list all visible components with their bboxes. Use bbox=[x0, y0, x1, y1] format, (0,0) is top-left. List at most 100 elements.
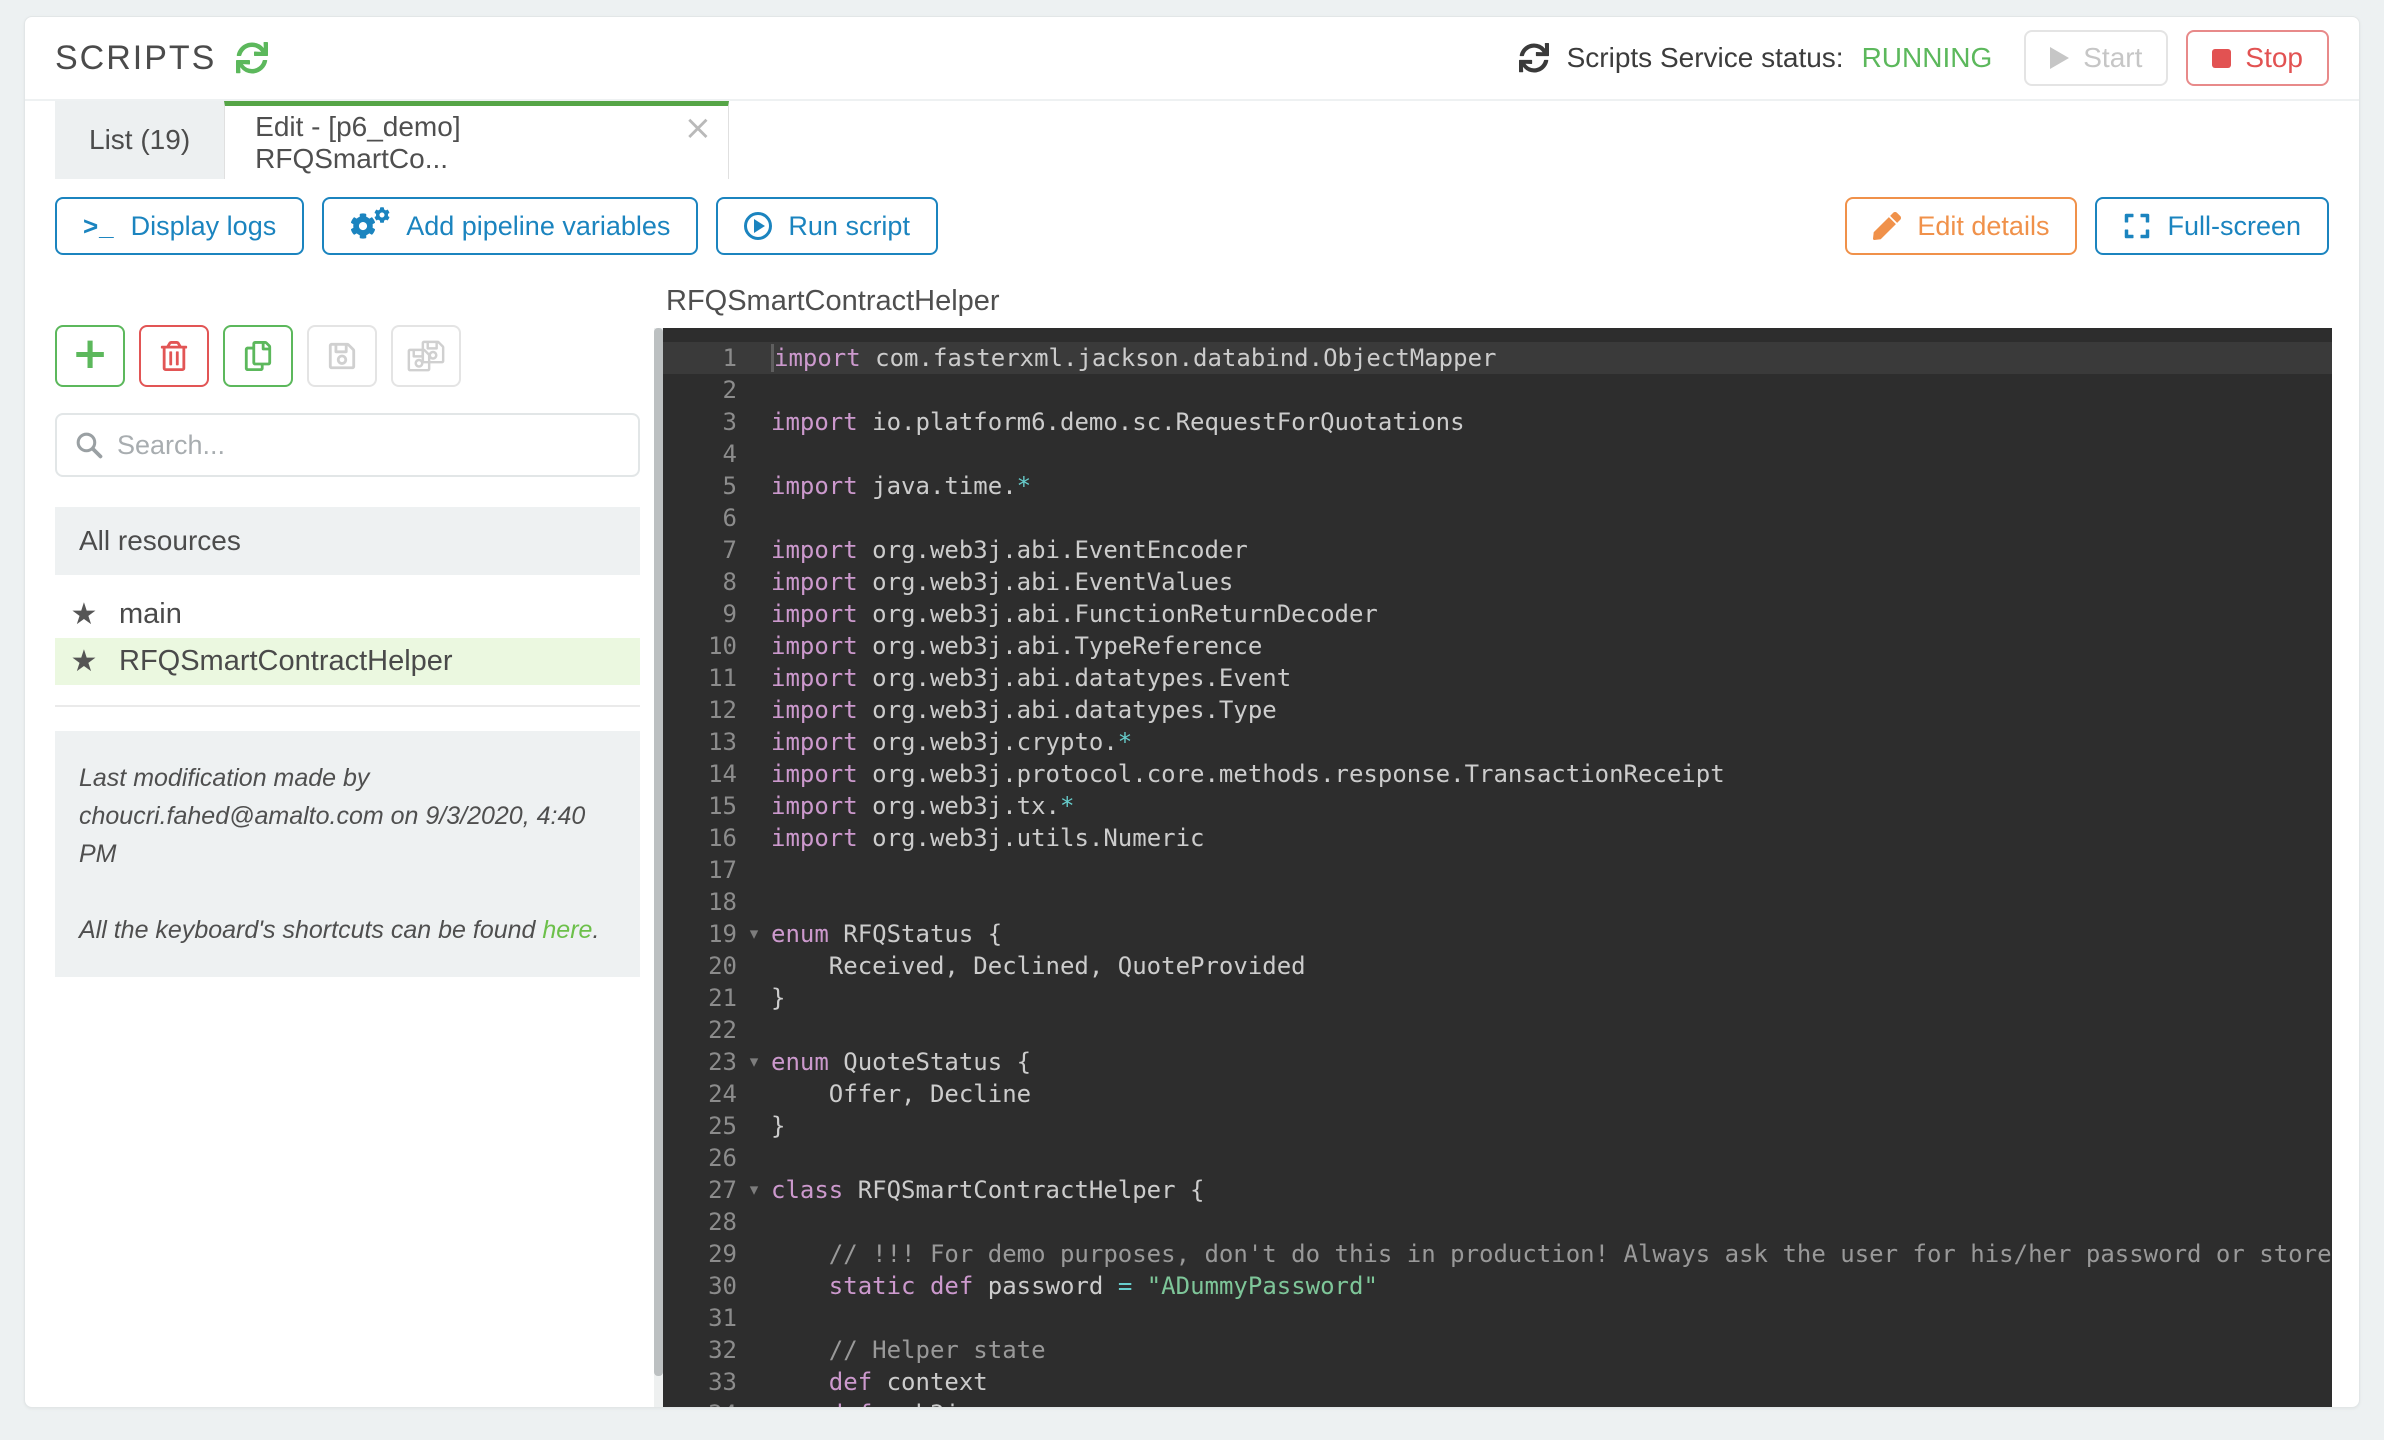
line-number: 22 bbox=[663, 1014, 737, 1046]
code-line[interactable]: 23▾enum QuoteStatus { bbox=[663, 1046, 2332, 1078]
code-line[interactable]: 9import org.web3j.abi.FunctionReturnDeco… bbox=[663, 598, 2332, 630]
refresh-icon[interactable] bbox=[236, 42, 268, 74]
code-line[interactable]: 31 bbox=[663, 1302, 2332, 1334]
code-text[interactable]: // !!! For demo purposes, don't do this … bbox=[771, 1238, 2332, 1270]
code-text[interactable]: import org.web3j.utils.Numeric bbox=[771, 822, 2332, 854]
code-line[interactable]: 4 bbox=[663, 438, 2332, 470]
code-text[interactable]: import org.web3j.abi.FunctionReturnDecod… bbox=[771, 598, 2332, 630]
code-text[interactable]: enum QuoteStatus { bbox=[771, 1046, 2332, 1078]
run-script-button[interactable]: Run script bbox=[716, 197, 938, 255]
code-line[interactable]: 13import org.web3j.crypto.* bbox=[663, 726, 2332, 758]
add-pipeline-variables-button[interactable]: Add pipeline variables bbox=[322, 197, 698, 255]
duplicate-resource-button[interactable] bbox=[223, 325, 293, 387]
code-text[interactable] bbox=[771, 854, 2332, 886]
code-text[interactable] bbox=[771, 374, 2332, 406]
fold-arrow-icon[interactable]: ▾ bbox=[737, 1174, 771, 1206]
code-line[interactable]: 19▾enum RFQStatus { bbox=[663, 918, 2332, 950]
shortcuts-link[interactable]: here bbox=[542, 916, 592, 944]
code-line[interactable]: 30 static def password = "ADummyPassword… bbox=[663, 1270, 2332, 1302]
code-line[interactable]: 3import io.platform6.demo.sc.RequestForQ… bbox=[663, 406, 2332, 438]
stop-icon bbox=[2212, 49, 2231, 68]
service-refresh-icon[interactable] bbox=[1519, 43, 1549, 73]
start-service-button[interactable]: Start bbox=[2024, 30, 2168, 86]
code-line[interactable]: 17 bbox=[663, 854, 2332, 886]
search-input[interactable] bbox=[117, 430, 620, 461]
display-logs-button[interactable]: >_ Display logs bbox=[55, 197, 304, 255]
code-line[interactable]: 20 Received, Declined, QuoteProvided bbox=[663, 950, 2332, 982]
list-item[interactable]: ★ main bbox=[55, 591, 640, 638]
code-text[interactable]: import org.web3j.abi.datatypes.Type bbox=[771, 694, 2332, 726]
code-text[interactable] bbox=[771, 1206, 2332, 1238]
code-line[interactable]: 26 bbox=[663, 1142, 2332, 1174]
code-line[interactable]: 24 Offer, Decline bbox=[663, 1078, 2332, 1110]
code-line[interactable]: 29 // !!! For demo purposes, don't do th… bbox=[663, 1238, 2332, 1270]
code-line[interactable]: 15import org.web3j.tx.* bbox=[663, 790, 2332, 822]
code-line[interactable]: 27▾class RFQSmartContractHelper { bbox=[663, 1174, 2332, 1206]
code-line[interactable]: 25} bbox=[663, 1110, 2332, 1142]
code-line[interactable]: 2 bbox=[663, 374, 2332, 406]
code-editor[interactable]: 1import com.fasterxml.jackson.databind.O… bbox=[663, 328, 2332, 1408]
code-line[interactable]: 11import org.web3j.abi.datatypes.Event bbox=[663, 662, 2332, 694]
code-text[interactable]: def web3j bbox=[771, 1398, 2332, 1408]
code-line[interactable]: 21} bbox=[663, 982, 2332, 1014]
fold-arrow-icon[interactable]: ▾ bbox=[737, 1046, 771, 1078]
code-line[interactable]: 8import org.web3j.abi.EventValues bbox=[663, 566, 2332, 598]
full-screen-button[interactable]: Full-screen bbox=[2095, 197, 2329, 255]
code-text[interactable] bbox=[771, 1014, 2332, 1046]
script-title: RFQSmartContractHelper bbox=[666, 285, 2332, 318]
save-all-resources-button[interactable] bbox=[391, 325, 461, 387]
fold-arrow-icon[interactable]: ▾ bbox=[737, 918, 771, 950]
list-item-selected[interactable]: ★ RFQSmartContractHelper bbox=[55, 638, 640, 685]
tab-list[interactable]: List (19) bbox=[55, 101, 224, 179]
code-text[interactable]: enum RFQStatus { bbox=[771, 918, 2332, 950]
code-line[interactable]: 32 // Helper state bbox=[663, 1334, 2332, 1366]
code-line[interactable]: 1import com.fasterxml.jackson.databind.O… bbox=[663, 342, 2332, 374]
code-text[interactable] bbox=[771, 502, 2332, 534]
code-text[interactable] bbox=[771, 886, 2332, 918]
code-line[interactable]: 16import org.web3j.utils.Numeric bbox=[663, 822, 2332, 854]
code-text[interactable]: import org.web3j.abi.TypeReference bbox=[771, 630, 2332, 662]
code-text[interactable]: import com.fasterxml.jackson.databind.Ob… bbox=[771, 342, 2332, 374]
code-text[interactable]: Offer, Decline bbox=[771, 1078, 2332, 1110]
scrollbar-thumb[interactable] bbox=[654, 328, 663, 1376]
code-text[interactable]: import org.web3j.abi.datatypes.Event bbox=[771, 662, 2332, 694]
code-text[interactable] bbox=[771, 1302, 2332, 1334]
stop-service-button[interactable]: Stop bbox=[2186, 30, 2329, 86]
delete-resource-button[interactable] bbox=[139, 325, 209, 387]
code-area[interactable]: 1import com.fasterxml.jackson.databind.O… bbox=[663, 342, 2332, 1408]
code-line[interactable]: 14import org.web3j.protocol.core.methods… bbox=[663, 758, 2332, 790]
code-line[interactable]: 22 bbox=[663, 1014, 2332, 1046]
code-text[interactable]: static def password = "ADummyPassword" bbox=[771, 1270, 2332, 1302]
code-text[interactable]: import java.time.* bbox=[771, 470, 2332, 502]
editor-scrollbar[interactable] bbox=[654, 328, 663, 1408]
code-text[interactable]: def context bbox=[771, 1366, 2332, 1398]
code-line[interactable]: 10import org.web3j.abi.TypeReference bbox=[663, 630, 2332, 662]
edit-details-button[interactable]: Edit details bbox=[1845, 197, 2077, 255]
code-text[interactable]: import org.web3j.abi.EventValues bbox=[771, 566, 2332, 598]
code-text[interactable] bbox=[771, 438, 2332, 470]
pencil-icon bbox=[1873, 212, 1901, 240]
code-line[interactable]: 33 def context bbox=[663, 1366, 2332, 1398]
code-text[interactable]: import org.web3j.protocol.core.methods.r… bbox=[771, 758, 2332, 790]
code-text[interactable]: import io.platform6.demo.sc.RequestForQu… bbox=[771, 406, 2332, 438]
code-text[interactable]: Received, Declined, QuoteProvided bbox=[771, 950, 2332, 982]
code-text[interactable]: } bbox=[771, 982, 2332, 1014]
code-text[interactable]: import org.web3j.crypto.* bbox=[771, 726, 2332, 758]
code-text[interactable]: import org.web3j.tx.* bbox=[771, 790, 2332, 822]
tab-edit[interactable]: Edit - [p6_demo] RFQSmartCo... × bbox=[224, 101, 729, 179]
code-text[interactable] bbox=[771, 1142, 2332, 1174]
close-icon[interactable]: × bbox=[684, 108, 713, 148]
code-line[interactable]: 6 bbox=[663, 502, 2332, 534]
code-line[interactable]: 7import org.web3j.abi.EventEncoder bbox=[663, 534, 2332, 566]
code-line[interactable]: 5import java.time.* bbox=[663, 470, 2332, 502]
code-line[interactable]: 34 def web3j bbox=[663, 1398, 2332, 1408]
code-text[interactable]: class RFQSmartContractHelper { bbox=[771, 1174, 2332, 1206]
code-line[interactable]: 28 bbox=[663, 1206, 2332, 1238]
code-text[interactable]: import org.web3j.abi.EventEncoder bbox=[771, 534, 2332, 566]
save-resource-button[interactable] bbox=[307, 325, 377, 387]
code-line[interactable]: 12import org.web3j.abi.datatypes.Type bbox=[663, 694, 2332, 726]
code-text[interactable]: // Helper state bbox=[771, 1334, 2332, 1366]
add-resource-button[interactable]: + bbox=[55, 325, 125, 387]
code-line[interactable]: 18 bbox=[663, 886, 2332, 918]
code-text[interactable]: } bbox=[771, 1110, 2332, 1142]
